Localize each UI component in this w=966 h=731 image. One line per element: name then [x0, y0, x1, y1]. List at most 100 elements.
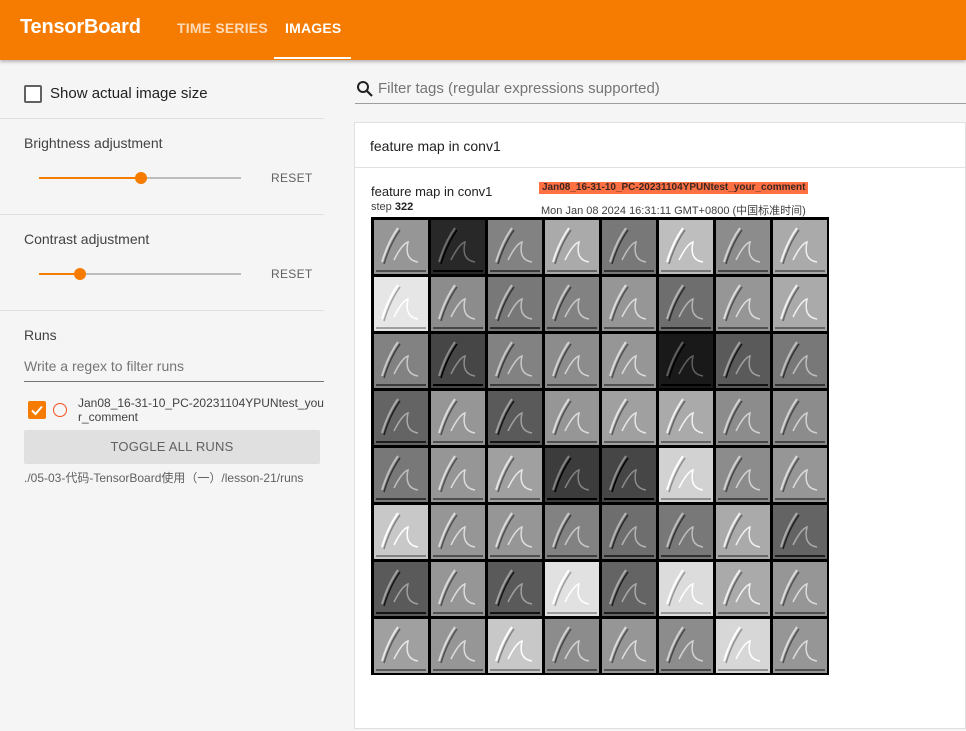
feature-map-tile — [431, 391, 485, 445]
feature-map-tile — [545, 334, 599, 388]
feature-map-tile — [659, 562, 713, 616]
divider — [0, 310, 324, 311]
feature-map-tile — [488, 505, 542, 559]
contrast-slider[interactable] — [39, 268, 241, 280]
feature-map-tile — [773, 391, 827, 445]
step-label-text: step — [371, 201, 392, 213]
card-tag-title[interactable]: feature map in conv1 — [370, 138, 501, 154]
feature-map-tile — [716, 220, 770, 274]
feature-map-tile — [659, 391, 713, 445]
step-label: step 322 — [371, 201, 413, 213]
feature-map-tile — [545, 448, 599, 502]
active-tab-indicator — [274, 57, 351, 59]
feature-map-tile — [374, 277, 428, 331]
feature-map-tile — [773, 334, 827, 388]
feature-map-tile — [602, 334, 656, 388]
feature-map-tile — [602, 619, 656, 673]
search-icon — [357, 81, 373, 97]
tag-filter-underline — [355, 103, 966, 104]
feature-map-tile — [716, 619, 770, 673]
feature-map-tile — [545, 391, 599, 445]
feature-map-tile — [773, 448, 827, 502]
tag-card: feature map in conv1 feature map in conv… — [354, 122, 966, 729]
tag-filter-input[interactable]: Filter tags (regular expressions support… — [378, 80, 966, 97]
contrast-slider-thumb[interactable] — [74, 268, 86, 280]
feature-map-tile — [716, 334, 770, 388]
divider — [355, 167, 966, 168]
run-color-icon[interactable] — [53, 403, 67, 417]
feature-map-tile — [716, 391, 770, 445]
runs-title: Runs — [24, 327, 57, 343]
feature-map-tile — [659, 277, 713, 331]
feature-map-tile — [374, 505, 428, 559]
brightness-slider[interactable] — [39, 172, 241, 184]
feature-map-tile — [659, 220, 713, 274]
feature-map-tile — [431, 334, 485, 388]
feature-map-tile — [773, 619, 827, 673]
feature-map-tile — [431, 448, 485, 502]
brightness-reset-button[interactable]: RESET — [271, 171, 313, 185]
feature-map-tile — [374, 562, 428, 616]
feature-map-tile — [602, 505, 656, 559]
brightness-slider-fill — [39, 177, 141, 179]
feature-map-tile — [545, 562, 599, 616]
feature-map-tile — [716, 505, 770, 559]
feature-map-tile — [602, 391, 656, 445]
toggle-all-runs-button[interactable]: TOGGLE ALL RUNS — [24, 430, 320, 464]
feature-map-tile — [659, 505, 713, 559]
feature-map-tile — [488, 334, 542, 388]
feature-map-tile — [431, 562, 485, 616]
feature-map-tile — [488, 391, 542, 445]
feature-map-tile — [716, 277, 770, 331]
feature-map-tile — [659, 619, 713, 673]
feature-map-image[interactable] — [371, 217, 829, 675]
brightness-slider-thumb[interactable] — [135, 172, 147, 184]
feature-map-tile — [659, 448, 713, 502]
run-name: Jan08_16-31-10_PC-20231104YPUNtest_your_… — [78, 396, 324, 424]
feature-map-tile — [773, 562, 827, 616]
feature-map-tile — [374, 619, 428, 673]
run-checkbox[interactable] — [28, 401, 46, 419]
feature-map-tile — [488, 619, 542, 673]
contrast-reset-button[interactable]: RESET — [271, 267, 313, 281]
app-title: TensorBoard — [20, 16, 141, 38]
image-title: feature map in conv1 — [371, 184, 493, 199]
show-actual-size-label: Show actual image size — [50, 85, 208, 102]
feature-map-tile — [488, 277, 542, 331]
feature-map-tile — [602, 448, 656, 502]
divider — [0, 214, 324, 215]
feature-map-tile — [545, 505, 599, 559]
feature-map-tile — [716, 448, 770, 502]
step-value: 322 — [394, 201, 414, 213]
feature-map-tile — [716, 562, 770, 616]
feature-map-tile — [374, 220, 428, 274]
feature-map-tile — [431, 220, 485, 274]
tab-time-series[interactable]: TIME SERIES — [177, 20, 268, 36]
feature-map-tile — [602, 220, 656, 274]
feature-map-tile — [488, 220, 542, 274]
show-actual-size-checkbox[interactable] — [24, 85, 42, 103]
feature-map-tile — [659, 334, 713, 388]
feature-map-tile — [374, 391, 428, 445]
app-header: TensorBoard TIME SERIES IMAGES — [0, 0, 966, 60]
feature-map-tile — [431, 277, 485, 331]
brightness-title: Brightness adjustment — [24, 135, 163, 151]
feature-map-tile — [773, 505, 827, 559]
check-icon — [31, 405, 43, 416]
feature-map-tile — [602, 562, 656, 616]
feature-map-tile — [431, 619, 485, 673]
contrast-title: Contrast adjustment — [24, 231, 150, 247]
run-badge: Jan08_16-31-10_PC-20231104YPUNtest_your_… — [539, 182, 809, 194]
divider — [0, 118, 324, 119]
runs-filter-input[interactable]: Write a regex to filter runs — [24, 358, 324, 382]
sidebar: Show actual image size Brightness adjust… — [0, 60, 324, 731]
tab-images[interactable]: IMAGES — [285, 20, 341, 36]
image-timestamp: Mon Jan 08 2024 16:31:11 GMT+0800 (中国标准时… — [541, 205, 806, 217]
logdir-path: ./05-03-代码-TensorBoard使用（一）/lesson-21/ru… — [24, 471, 304, 485]
feature-map-tile — [773, 277, 827, 331]
feature-map-tile — [488, 448, 542, 502]
feature-map-tile — [488, 562, 542, 616]
feature-map-tile — [545, 220, 599, 274]
feature-map-tile — [374, 334, 428, 388]
feature-map-tile — [773, 220, 827, 274]
